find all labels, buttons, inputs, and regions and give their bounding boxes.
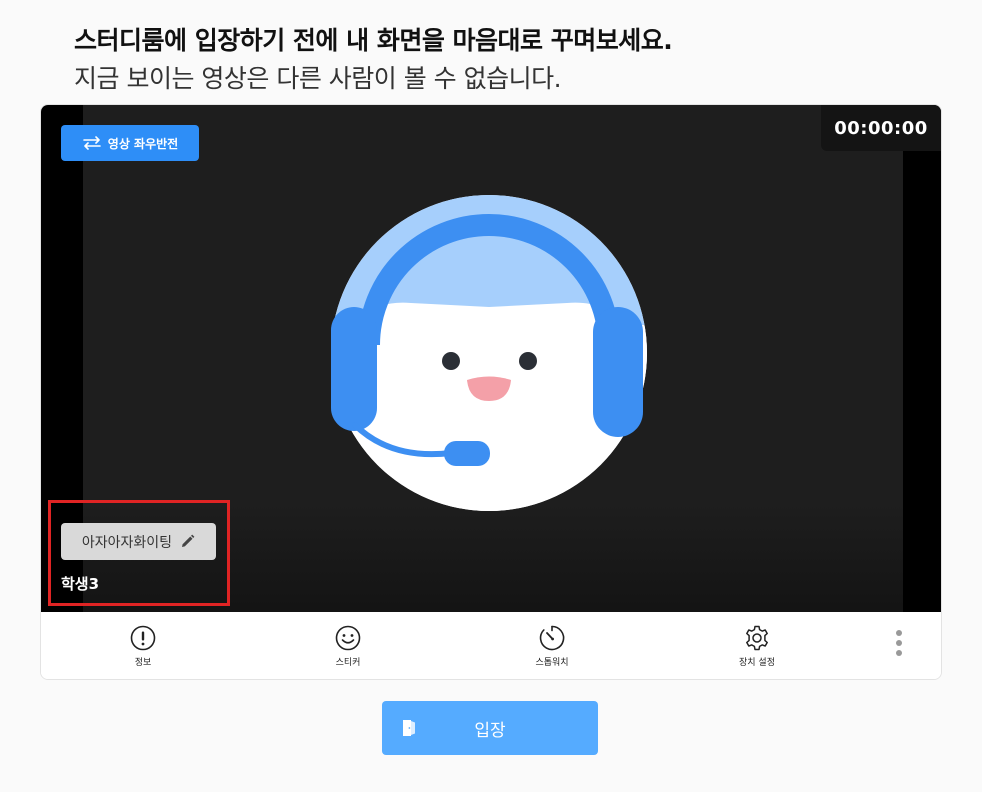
headset-mascot-avatar	[331, 195, 647, 511]
smile-icon	[335, 625, 361, 651]
stopwatch-icon	[539, 625, 565, 651]
status-message-button[interactable]: 아자아자화이팅	[61, 523, 216, 560]
door-icon	[403, 720, 415, 736]
swap-horizontal-icon	[82, 136, 101, 150]
enter-room-label: 입장	[474, 720, 506, 741]
page-header: 스터디룸에 입장하기 전에 내 화면을 마음대로 꾸며보세요. 지금 보이는 영…	[74, 22, 673, 98]
toolbar-sticker-button[interactable]: 스티커	[308, 624, 388, 668]
mirror-video-label: 영상 좌우반전	[107, 136, 179, 151]
username-label: 학생3	[61, 575, 100, 593]
mirror-video-button[interactable]: 영상 좌우반전	[61, 125, 199, 161]
toolbar-stopwatch-button[interactable]: 스톱워치	[512, 624, 592, 668]
preview-card: 영상 좌우반전 00:00:00 아자아자화이팅 학생3 정보 스티커 스톱워치…	[40, 104, 942, 680]
more-options-button[interactable]	[889, 630, 909, 662]
gear-icon	[746, 625, 768, 651]
toolbar-device-settings-button[interactable]: 장치 설정	[717, 624, 797, 668]
pencil-icon	[182, 534, 195, 547]
enter-room-button[interactable]: 입장	[382, 701, 598, 755]
info-icon	[130, 625, 156, 651]
bottom-toolbar: 정보 스티커 스톱워치 장치 설정	[41, 612, 941, 679]
toolbar-info-button[interactable]: 정보	[103, 624, 183, 668]
page-subtitle: 지금 보이는 영상은 다른 사람이 볼 수 없습니다.	[74, 64, 562, 93]
toolbar-sticker-label: 스티커	[335, 658, 361, 668]
video-preview: 영상 좌우반전 00:00:00 아자아자화이팅 학생3	[41, 105, 941, 612]
status-message-text: 아자아자화이팅	[81, 534, 173, 551]
page-title: 스터디룸에 입장하기 전에 내 화면을 마음대로 꾸며보세요.	[74, 26, 673, 55]
toolbar-info-label: 정보	[134, 658, 152, 668]
toolbar-stopwatch-label: 스톱워치	[535, 658, 569, 668]
more-vertical-icon	[896, 630, 902, 656]
session-timer: 00:00:00	[821, 105, 941, 151]
toolbar-device-settings-label: 장치 설정	[739, 658, 775, 668]
